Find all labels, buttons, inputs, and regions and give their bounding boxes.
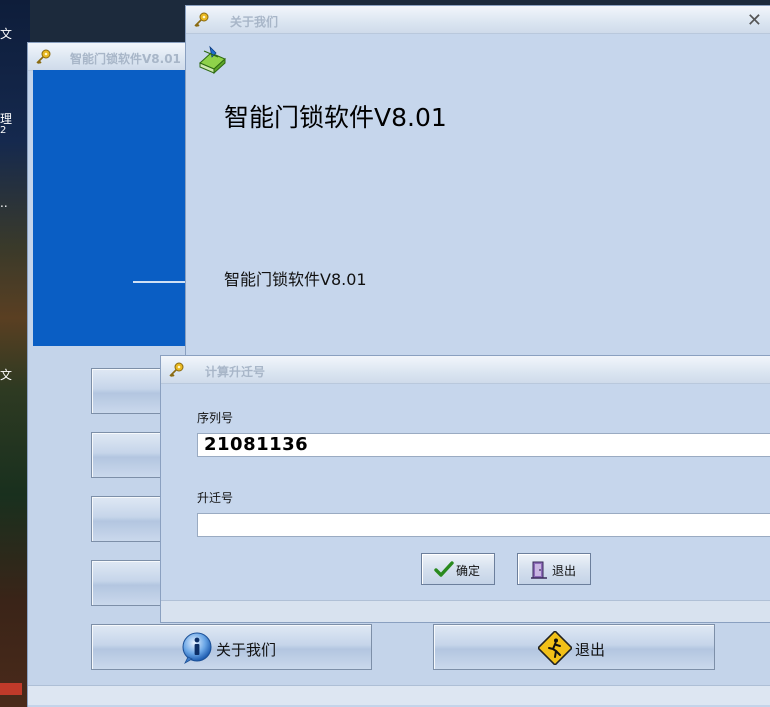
migrate-window-status-strip [161, 600, 770, 622]
main-exit-button[interactable]: 退出 [433, 624, 715, 670]
desktop-icon-label[interactable]: 文 [0, 368, 12, 382]
migrate-number-label: 升迁号 [197, 491, 234, 505]
desktop-icon-label[interactable]: 2 [0, 124, 6, 138]
close-icon[interactable]: ✕ [747, 10, 762, 31]
app-book-icon [199, 45, 226, 75]
about-product-name: 智能门锁软件V8.01 [224, 103, 447, 132]
about-us-button[interactable]: 关于我们 [91, 624, 372, 670]
exit-sign-icon [538, 631, 572, 665]
about-window-title: 关于我们 [230, 15, 279, 29]
key-icon [36, 49, 51, 65]
info-icon [182, 632, 212, 665]
serial-number-label: 序列号 [197, 411, 234, 425]
desktop-icon-label[interactable]: .. [0, 196, 8, 210]
key-icon [169, 362, 184, 378]
banner-divider [133, 281, 193, 283]
main-banner-panel [33, 70, 193, 346]
key-icon [194, 12, 209, 28]
about-window: 关于我们 ✕ 智能门锁软件V8.01 智能门锁软件V8.01 [185, 5, 770, 365]
migrate-number-window: 计算升迁号 序列号 21081136 升迁号 确定 退出 [160, 355, 770, 623]
about-window-titlebar[interactable]: 关于我们 ✕ [186, 6, 770, 34]
migrate-window-title: 计算升迁号 [205, 365, 266, 379]
main-status-bar [28, 685, 770, 705]
about-us-button-label: 关于我们 [216, 641, 277, 659]
desktop-taskbar-fragment [0, 683, 22, 695]
checkmark-icon [434, 561, 454, 577]
main-exit-button-label: 退出 [575, 641, 606, 659]
desktop-icon-label[interactable]: 文 [0, 27, 12, 41]
migrate-exit-button-label: 退出 [552, 564, 577, 578]
migrate-exit-button[interactable]: 退出 [517, 553, 591, 585]
migrate-window-titlebar[interactable]: 计算升迁号 [161, 356, 770, 384]
migrate-number-field[interactable] [197, 513, 770, 537]
ok-button-label: 确定 [456, 564, 481, 578]
ok-button[interactable]: 确定 [421, 553, 495, 585]
about-product-subtitle: 智能门锁软件V8.01 [224, 270, 367, 289]
door-exit-icon [531, 561, 547, 579]
desktop-background: 文 理 2 .. 文 [0, 0, 30, 707]
main-window-title: 智能门锁软件V8.01 [70, 52, 181, 66]
serial-number-field[interactable]: 21081136 [197, 433, 770, 457]
